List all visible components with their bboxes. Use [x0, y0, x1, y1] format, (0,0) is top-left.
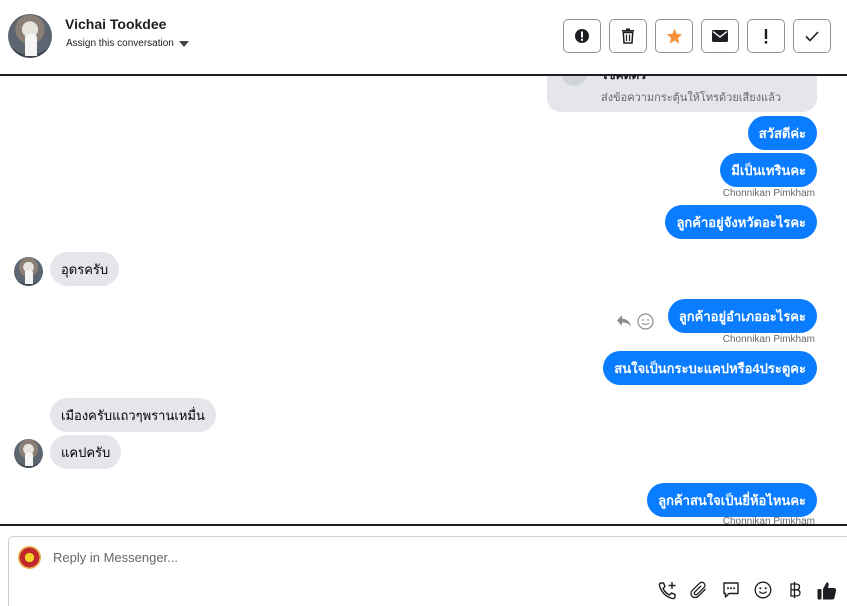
saved-reply-icon [723, 582, 739, 598]
message-bubble-incoming[interactable]: แคปครับ [50, 435, 122, 469]
reply-composer [8, 536, 847, 606]
message-thread[interactable]: โชคดีตัว ส่งข้อความกระตุ้นให้โทรด้วยเสีย… [0, 76, 847, 524]
envelope-icon [712, 30, 728, 42]
message-bubble-outgoing[interactable]: ลูกค้าอยู่จังหวัดอะไรคะ [665, 205, 817, 239]
card-title: โชคดีตัว [601, 76, 646, 85]
card-subtitle: ส่งข้อความกระตุ้นให้โทรด้วยเสียงแล้ว [601, 92, 782, 104]
follow-up-button[interactable] [747, 19, 785, 53]
alert-circle-icon [575, 29, 589, 43]
reply-input[interactable] [53, 550, 553, 565]
composer-divider [0, 524, 847, 526]
header-actions [563, 19, 831, 53]
conversation-header: Vichai Tookdee Assign this conversation [0, 0, 847, 76]
thumbs-up-icon [817, 581, 837, 599]
contact-avatar-small [14, 257, 43, 286]
message-bubble-outgoing[interactable]: มีเป็นเทรินคะ [720, 153, 817, 187]
check-icon [805, 30, 819, 42]
message-bubble-outgoing[interactable]: สวัสดีค่ะ [747, 116, 817, 150]
emoji-button[interactable] [753, 579, 773, 601]
composer-toolbar [657, 579, 837, 601]
message-bubble-outgoing[interactable]: ลูกค้าสนใจเป็นยี่ห้อไหนคะ [647, 483, 817, 517]
sender-name: Chonnikan Pimkham [722, 334, 815, 345]
reply-icon[interactable] [616, 314, 632, 328]
call-prompt-card: โชคดีตัว ส่งข้อความกระตุ้นให้โทรด้วยเสีย… [547, 76, 817, 112]
page-avatar [18, 546, 41, 569]
message-bubble-incoming[interactable]: เมืองครับแถวๆพรานเหมื่น [50, 398, 216, 432]
mark-done-button[interactable] [793, 19, 831, 53]
saved-replies-button[interactable] [721, 579, 741, 601]
star-icon [666, 28, 682, 44]
trash-icon [622, 28, 634, 44]
delete-button[interactable] [609, 19, 647, 53]
call-plus-icon [658, 581, 676, 599]
caret-down-icon [178, 40, 189, 47]
contact-avatar[interactable] [8, 14, 52, 58]
emoji-icon [754, 581, 772, 599]
contact-name[interactable]: Vichai Tookdee [65, 16, 166, 32]
paperclip-icon [690, 581, 706, 599]
star-button[interactable] [655, 19, 693, 53]
phone-icon [561, 76, 587, 86]
payment-button[interactable] [785, 579, 805, 601]
contact-avatar-small [14, 439, 43, 468]
like-button[interactable] [817, 579, 837, 601]
baht-icon [790, 581, 801, 599]
sender-name: Chonnikan Pimkham [722, 188, 815, 199]
assign-conversation-dropdown[interactable]: Assign this conversation [66, 38, 189, 49]
exclamation-icon [764, 28, 768, 44]
mark-unread-button[interactable] [701, 19, 739, 53]
react-emoji-icon[interactable] [637, 313, 654, 330]
message-bubble-outgoing[interactable]: สนใจเป็นกระบะแคปหรือ4ประตูคะ [603, 351, 817, 385]
mark-spam-button[interactable] [563, 19, 601, 53]
sender-name: Chonnikan Pimkham [722, 516, 815, 524]
message-bubble-outgoing[interactable]: ลูกค้าอยู่อำเภออะไรคะ [667, 299, 817, 333]
assign-label: Assign this conversation [66, 38, 174, 49]
call-button[interactable] [657, 579, 677, 601]
attach-button[interactable] [689, 579, 709, 601]
message-bubble-incoming[interactable]: อุดรครับ [50, 252, 120, 286]
